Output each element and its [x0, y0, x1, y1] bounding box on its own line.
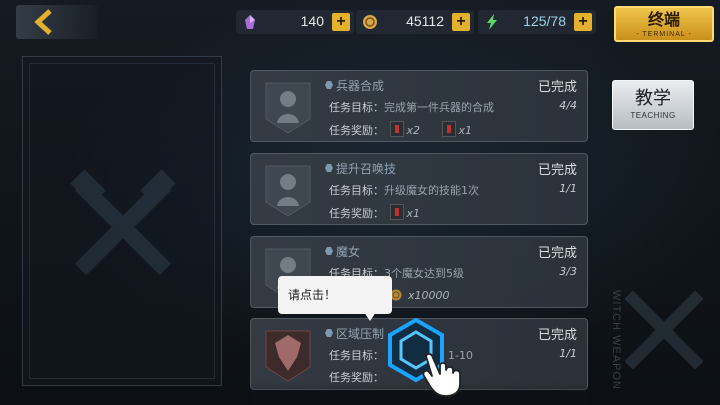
chevron-left-icon [34, 9, 52, 35]
game-logo-text: WITCH WEAPON [610, 290, 622, 390]
coin-icon [363, 15, 377, 29]
gold-value: 45112 [406, 13, 444, 29]
mission-card[interactable]: 提升召唤技 已完成 任务目标：升级魔女的技能1次 1/1 任务奖励： x1 [250, 153, 588, 225]
goal-text: 完成第一件兵器的合成 [384, 101, 494, 114]
gold-counter: 45112 + [356, 10, 474, 34]
mission-status: 已完成 [537, 328, 577, 343]
top-bar: 140 + 45112 + 125/78 + 终端 - TERMINAL - [0, 0, 720, 46]
zone-emblem-icon [265, 330, 311, 382]
add-crystal-button[interactable]: + [332, 13, 350, 31]
mission-progress: 1/1 [559, 182, 577, 195]
tooltip-text: 请点击！ [288, 288, 337, 302]
mission-reward-row: 任务奖励： x2 x1 [329, 121, 488, 138]
terminal-sublabel: - TERMINAL - [636, 31, 692, 38]
weapon-part-icon [441, 121, 456, 137]
back-button[interactable] [16, 5, 98, 39]
lightning-icon [487, 14, 497, 30]
crystal-icon [245, 15, 255, 29]
crossed-weapons-emblem-icon [70, 169, 176, 276]
mission-status: 已完成 [537, 80, 577, 95]
add-energy-button[interactable]: + [574, 13, 592, 31]
mission-goal-row: 任务目标：升级魔女的技能1次 [329, 184, 479, 197]
mission-title: 区域压制 [325, 325, 384, 342]
witch-silhouette-icon [265, 82, 311, 134]
terminal-button[interactable]: 终端 - TERMINAL - [614, 6, 714, 42]
terminal-label: 终端 [647, 10, 680, 29]
mission-reward-row: 任务奖励： x1 [329, 204, 436, 221]
mission-status: 已完成 [537, 163, 577, 178]
weapon-part-icon [389, 204, 404, 220]
mission-progress: 3/3 [559, 265, 577, 278]
mission-progress: 1/1 [559, 347, 577, 360]
reward-label: 任务奖励： [329, 124, 384, 137]
energy-value: 125/78 [523, 13, 566, 29]
mission-title: 魔女 [325, 243, 360, 260]
energy-counter: 125/78 + [478, 10, 596, 34]
teaching-sublabel: TEACHING [630, 111, 676, 120]
mission-title: 提升召唤技 [325, 160, 396, 177]
side-decoration: WITCH WEAPON [604, 140, 720, 405]
preview-panel [22, 56, 222, 386]
pointing-hand-icon [422, 352, 461, 397]
mission-progress: 4/4 [559, 99, 577, 112]
goal-label: 任务目标： [329, 101, 384, 114]
witch-silhouette-icon [265, 165, 311, 217]
mission-status: 已完成 [537, 246, 577, 261]
add-gold-button[interactable]: + [452, 13, 470, 31]
crystal-value: 140 [300, 13, 324, 29]
teaching-button[interactable]: 教学 TEACHING [612, 80, 694, 130]
mission-card[interactable]: 兵器合成 已完成 任务目标：完成第一件兵器的合成 4/4 任务奖励： x2 x1 [250, 70, 588, 142]
mission-goal-row: 任务目标：完成第一件兵器的合成 [329, 99, 494, 115]
weapon-part-icon [389, 121, 404, 137]
teaching-label: 教学 [635, 88, 671, 109]
mission-title: 兵器合成 [325, 77, 384, 94]
tutorial-tooltip: 请点击！ [278, 276, 392, 321]
crystal-counter: 140 + [236, 10, 354, 34]
crossed-weapons-emblem-icon [624, 290, 704, 370]
